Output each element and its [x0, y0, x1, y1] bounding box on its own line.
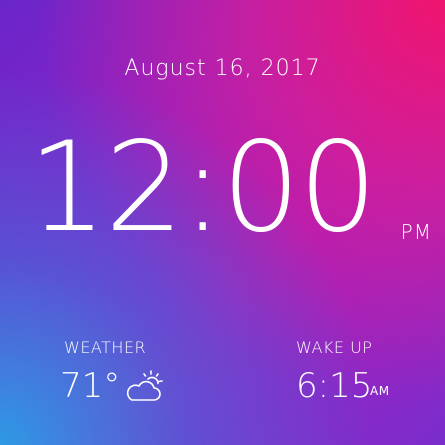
weather-temperature: 71°	[60, 366, 121, 406]
clock-screen: August 16, 2017 12:00 PM WEATHER 71° WAK…	[0, 0, 445, 445]
clock-display: 12:00 PM	[22, 118, 442, 258]
wake-up-label: WAKE UP	[296, 338, 373, 357]
clock-period: PM	[400, 220, 432, 244]
wake-up-period: AM	[370, 384, 390, 398]
date-text: August 16, 2017	[124, 56, 321, 81]
weather-label: WEATHER	[64, 338, 147, 357]
clock-time: 12:00	[28, 116, 377, 260]
wake-up-time: 6:15	[296, 366, 373, 406]
partly-cloudy-icon	[126, 370, 163, 401]
